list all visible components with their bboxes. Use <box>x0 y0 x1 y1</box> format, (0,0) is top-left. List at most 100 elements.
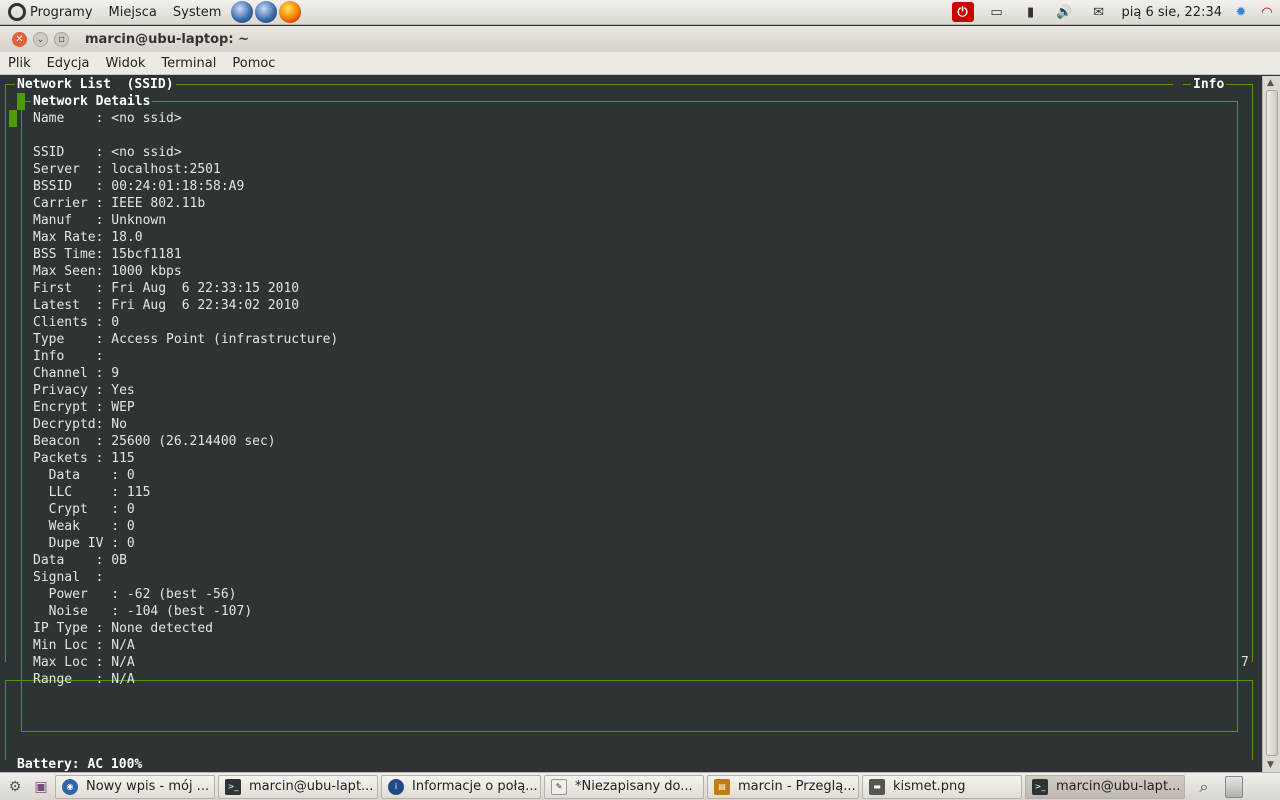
workspace-switcher-icon[interactable]: ▣ <box>30 776 52 798</box>
network-detail-line: BSS Time: 15bcf1181 <box>33 247 182 262</box>
network-detail-line: LLC : 115 <box>33 485 151 500</box>
taskbar-task[interactable]: ▤ marcin - Przeglą... <box>707 774 859 799</box>
window-title: marcin@ubu-laptop: ~ <box>85 31 249 47</box>
top-panel: Programy Miejsca System ⏻ ▭ ▮ 🔊 ✉ pią 6 … <box>0 0 1280 25</box>
menu-pomoc[interactable]: Pomoc <box>224 56 283 71</box>
network-detail-line: Noise : -104 (best -107) <box>33 604 253 619</box>
menu-terminal[interactable]: Terminal <box>153 56 224 71</box>
places-menu-label: Miejsca <box>108 4 157 20</box>
terminal-screen[interactable]: Network List (SSID) Info Network Details… <box>0 76 1262 772</box>
network-detail-line: Min Loc : N/A <box>33 638 135 653</box>
network-detail-line: Signal : <box>33 570 104 585</box>
network-detail-line: Beacon : 25600 (26.214400 sec) <box>33 434 276 449</box>
network-detail-line: Packets : 115 <box>33 451 135 466</box>
mail-icon[interactable]: ✉ <box>1088 2 1110 22</box>
selection-marker-row <box>9 110 17 127</box>
system-tray: ⏻ ▭ ▮ 🔊 ✉ pią 6 sie, 22:34 ✹ ◠ <box>946 0 1280 25</box>
scroll-up-icon[interactable]: ▲ <box>1267 78 1274 88</box>
network-detail-line: Weak : 0 <box>33 519 135 534</box>
taskbar-task-label: marcin - Przeglą... <box>738 779 856 794</box>
menu-plik[interactable]: Plik <box>0 56 39 71</box>
search-icon[interactable]: ⌕ <box>1193 776 1215 798</box>
show-desktop-icon[interactable]: ⚙ <box>4 776 26 798</box>
trash-icon[interactable] <box>1225 775 1243 798</box>
taskbar-task-label: *Niezapisany do... <box>575 779 693 794</box>
system-menu[interactable]: System <box>165 0 229 25</box>
info-title: Info <box>1191 76 1227 93</box>
firefox-launcher-icon[interactable] <box>279 1 302 23</box>
terminal-icon: >_ <box>1032 778 1048 795</box>
network-detail-line: Range : N/A <box>33 672 135 687</box>
taskbar-task[interactable]: ▬ kismet.png <box>862 774 1022 799</box>
scroll-down-icon[interactable]: ▼ <box>1267 760 1274 770</box>
minimize-window-button[interactable]: ⌄ <box>33 31 48 47</box>
network-detail-line: First : Fri Aug 6 22:33:15 2010 <box>33 281 300 296</box>
network-list-title: Network List (SSID) <box>15 76 176 93</box>
scrollbar-thumb[interactable] <box>1266 90 1278 756</box>
maximize-window-button[interactable]: ▫ <box>54 31 69 47</box>
taskbar-task-label: Informacje o połą... <box>412 779 538 794</box>
network-detail-line: Data : 0B <box>33 553 127 568</box>
network-detail-line: Privacy : Yes <box>33 383 135 398</box>
network-detail-line: Latest : Fri Aug 6 22:34:02 2010 <box>33 298 300 313</box>
applications-menu-label: Programy <box>30 4 93 20</box>
bottom-taskbar: ⚙ ▣ ◉ Nowy wpis - mój ... >_ marcin@ubu-lap… <box>0 772 1280 800</box>
battery-icon[interactable]: ▮ <box>1020 2 1042 22</box>
volume-icon[interactable]: 🔊 <box>1054 2 1076 22</box>
system-menu-label: System <box>172 4 222 20</box>
battery-status: Battery: AC 100% <box>15 756 145 772</box>
taskbar-task[interactable]: ◉ Nowy wpis - mój ... <box>55 774 215 799</box>
terminal-scrollbar[interactable]: ▲ ▼ <box>1262 76 1280 772</box>
network-detail-line: BSSID : 00:24:01:18:58:A9 <box>33 179 245 194</box>
network-detail-line: Dupe IV : 0 <box>33 536 135 551</box>
network-detail-line: Data : 0 <box>33 468 135 483</box>
network-detail-line: Decryptd: No <box>33 417 127 432</box>
network-detail-line: IP Type : None detected <box>33 621 214 636</box>
weather-icon[interactable]: ✹ <box>1230 2 1252 22</box>
menu-edycja[interactable]: Edycja <box>39 56 98 71</box>
chromium-launcher-icon[interactable] <box>255 1 278 23</box>
taskbar-task[interactable]: i Informacje o połą... <box>381 774 541 799</box>
network-details-title: Network Details <box>31 93 153 110</box>
terminal-icon: >_ <box>225 778 241 795</box>
taskbar-task-label: kismet.png <box>893 779 966 794</box>
network-detail-line: Max Loc : N/A <box>33 655 135 670</box>
terminal-menubar: Plik Edycja Widok Terminal Pomoc <box>0 52 1280 75</box>
thunderbird-launcher-icon[interactable] <box>231 1 254 23</box>
info-icon: i <box>388 778 404 795</box>
taskbar-task[interactable]: >_ marcin@ubu-lapt... <box>1025 774 1185 799</box>
menu-widok[interactable]: Widok <box>97 56 153 71</box>
taskbar-task-label: Nowy wpis - mój ... <box>86 779 210 794</box>
power-icon[interactable]: ⏻ <box>951 2 974 22</box>
window-list: ◉ Nowy wpis - mój ... >_ marcin@ubu-lapt...… <box>52 774 1185 799</box>
window-titlebar[interactable]: ✕ ⌄ ▫ marcin@ubu-laptop: ~ <box>0 26 1280 52</box>
network-detail-line: Power : -62 (best -56) <box>33 587 237 602</box>
network-detail-line: Channel : 9 <box>33 366 120 381</box>
network-detail-line: Encrypt : WEP <box>33 400 135 415</box>
network-detail-line: SSID : <no ssid> <box>33 145 182 160</box>
ubuntu-logo-icon <box>8 3 26 21</box>
network-detail-line: Server : localhost:2501 <box>33 162 221 177</box>
network-detail-line: Manuf : Unknown <box>33 213 167 228</box>
network-detail-line: Type : Access Point (infrastructure) <box>33 332 339 347</box>
monitor-icon[interactable]: ▭ <box>986 2 1008 22</box>
network-detail-line: Carrier : IEEE 802.11b <box>33 196 206 211</box>
network-detail-line: Info : <box>33 349 104 364</box>
close-window-button[interactable]: ✕ <box>12 31 27 47</box>
side-number: 7 <box>1241 655 1249 670</box>
applications-menu[interactable]: Programy <box>0 0 101 25</box>
taskbar-task-label: marcin@ubu-lapt... <box>1056 779 1181 794</box>
text-editor-icon: ✎ <box>551 778 567 795</box>
network-detail-line: Crypt : 0 <box>33 502 135 517</box>
places-menu[interactable]: Miejsca <box>101 0 165 25</box>
browser-icon: ◉ <box>62 778 78 795</box>
network-icon[interactable]: ◠ <box>1256 2 1278 22</box>
clock[interactable]: pią 6 sie, 22:34 <box>1116 5 1228 20</box>
taskbar-task-label: marcin@ubu-lapt... <box>249 779 374 794</box>
network-detail-line: Clients : 0 <box>33 315 120 330</box>
taskbar-task[interactable]: ✎ *Niezapisany do... <box>544 774 704 799</box>
network-detail-line: Name : <no ssid> <box>33 111 182 126</box>
network-detail-line: Max Seen: 1000 kbps <box>33 264 182 279</box>
network-detail-line: Max Rate: 18.0 <box>33 230 143 245</box>
taskbar-task[interactable]: >_ marcin@ubu-lapt... <box>218 774 378 799</box>
